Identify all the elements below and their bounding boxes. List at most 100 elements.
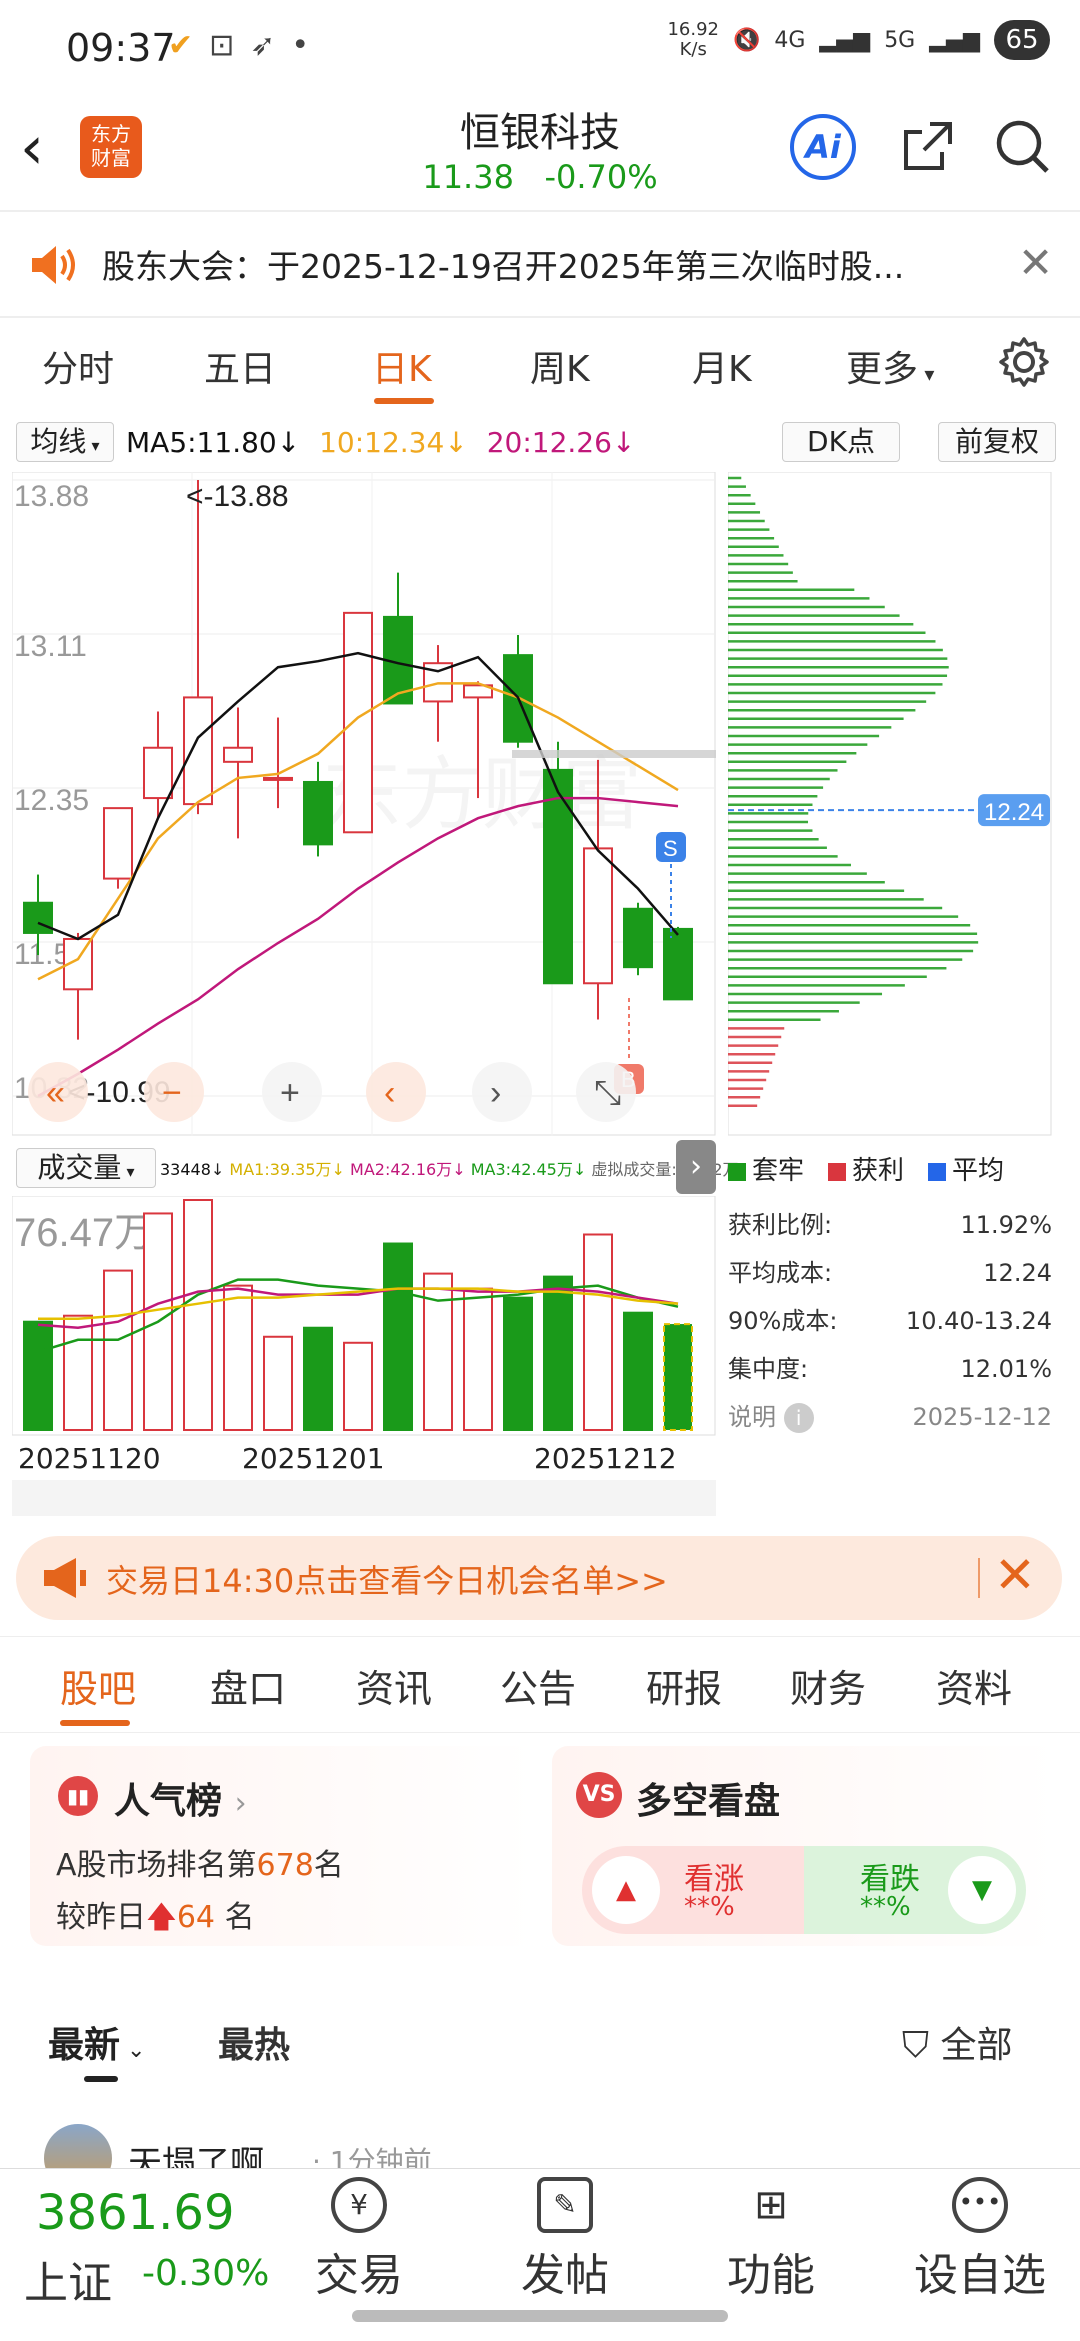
candle-body	[263, 776, 293, 781]
dropdown-arrow-icon: ▾	[918, 362, 935, 386]
stock-price: 11.38	[422, 158, 514, 196]
search-icon[interactable]	[992, 116, 1052, 176]
notice-bar[interactable]: 股东大会：于2025-12-19召开2025年第三次临时股... ✕	[0, 212, 1080, 316]
nav-functions[interactable]: ⊞ 功能	[716, 2177, 826, 2303]
candle-body	[303, 780, 333, 846]
stock-header: ‹ 东方 财富 恒银科技 11.38 -0.70% Ai	[0, 100, 1080, 210]
ma20-value: 20:12.26	[486, 426, 612, 459]
chart-control-icon: ›	[490, 1074, 501, 1112]
high-annotation: <-13.88	[186, 480, 289, 513]
tab-monthly-k[interactable]: 月K	[692, 340, 752, 392]
tab-finance[interactable]: 财务	[790, 1658, 866, 1713]
candle-body	[583, 847, 613, 985]
candle-body	[543, 768, 573, 985]
candlestick-chart[interactable]: 13.8813.1112.3511.5810.82东方财富<-13.88<-10…	[12, 472, 716, 1136]
feed-tabs: 最新 ⌄ 最热 ⛉ 全部	[0, 2004, 1080, 2094]
tab-five-day[interactable]: 五日	[204, 340, 276, 392]
tab-guba[interactable]: 股吧	[60, 1658, 136, 1713]
ma10-value: 10:12.34	[319, 426, 445, 459]
chip-row: 集中度: 12.01%	[728, 1355, 1052, 1383]
tab-hottest[interactable]: 最热	[218, 2016, 290, 2068]
volume-chart: 76.47万	[12, 1196, 716, 1436]
index-change: -0.30%	[142, 2253, 270, 2294]
dk-point-button[interactable]: DK点	[782, 422, 900, 462]
nav-trade[interactable]: ¥ 交易	[304, 2177, 414, 2303]
tab-news[interactable]: 资讯	[356, 1658, 432, 1713]
adjustment-button[interactable]: 前复权	[938, 422, 1056, 462]
opportunity-banner[interactable]: 交易日14:30点击查看今日机会名单>> ✕	[16, 1536, 1062, 1620]
close-banner-button[interactable]: ✕	[994, 1546, 1036, 1604]
gear-icon[interactable]	[998, 336, 1050, 388]
tab-latest[interactable]: 最新 ⌄	[48, 2016, 145, 2068]
date-label: 20251201	[242, 1442, 385, 1475]
tab-handicap[interactable]: 盘口	[210, 1658, 286, 1713]
tab-profile[interactable]: 资料	[936, 1658, 1012, 1713]
candle-body	[103, 807, 133, 880]
volume-bar	[263, 1335, 293, 1431]
candle-body	[223, 746, 253, 763]
tab-research[interactable]: 研报	[646, 1658, 722, 1713]
volume-bar	[63, 1314, 93, 1431]
notice-text[interactable]: 股东大会：于2025-12-19召开2025年第三次临时股...	[102, 240, 904, 288]
volume-bar	[383, 1242, 413, 1432]
rank-line: A股市场排名第678名	[56, 1848, 344, 1883]
chip-info-panel: 套牢 获利 平均 获利比例: 11.92% 平均成本: 12.24 90%成本: 10…	[728, 1150, 1052, 1441]
candle-body	[663, 927, 693, 1001]
candle-body	[623, 907, 653, 969]
info-icon: i	[783, 1403, 814, 1433]
index-name[interactable]: 上证	[24, 2247, 112, 2311]
tab-announcement[interactable]: 公告	[500, 1658, 576, 1713]
tab-more[interactable]: 更多 ▾	[846, 340, 934, 392]
arrow-up-icon: 🡅	[146, 1900, 177, 1935]
rank-chart-icon: ▮▮	[58, 1776, 98, 1816]
chart-control-icon: −	[162, 1074, 182, 1112]
info-tabs: 股吧 盘口 资讯 公告 研报 财务 资料	[0, 1632, 1080, 1732]
close-notice-button[interactable]: ✕	[1018, 238, 1053, 287]
volume-bar	[183, 1199, 213, 1431]
vote-up-button[interactable]: ▲ 看涨 **%	[582, 1846, 804, 1934]
nav-watchlist[interactable]: ••• 设自选	[900, 2177, 1060, 2303]
chip-help-link[interactable]: 说明 i	[728, 1393, 814, 1441]
trade-icon: ¥	[331, 2177, 387, 2233]
filter-button[interactable]: ⛉ 全部	[902, 2016, 1012, 2068]
volume-bar	[463, 1287, 493, 1431]
volume-selector[interactable]: 成交量 ▾	[16, 1148, 156, 1188]
avg-cost-label: 12.24	[984, 799, 1044, 826]
stock-change-pct: -0.70%	[544, 158, 658, 196]
sentiment-title: 多空看盘	[636, 1781, 781, 1822]
nav-post[interactable]: ✎ 发帖	[510, 2177, 620, 2303]
tab-timeshare[interactable]: 分时	[42, 340, 114, 392]
triangle-up-icon: ▲	[592, 1856, 660, 1924]
tab-daily-k[interactable]: 日K	[372, 340, 432, 392]
rank-title: 人气榜 ›	[114, 1781, 247, 1822]
share-icon[interactable]	[900, 118, 956, 174]
tab-weekly-k[interactable]: 周K	[530, 340, 590, 392]
vote-down-button[interactable]: 看跌 **% ▼	[804, 1846, 1026, 1934]
app-notification-icon: ✔	[168, 28, 194, 63]
sell-signal-label: S	[663, 836, 678, 861]
virtual-volume: 虚拟成交量:35.22万	[591, 1160, 739, 1179]
active-tab-underline	[374, 398, 434, 404]
volume-bar	[303, 1326, 333, 1431]
y-tick-label: 13.11	[14, 630, 87, 663]
chart-period-tabs: 分时 五日 日K 周K 月K 更多 ▾	[0, 318, 1080, 410]
status-bar: 09:37 ✔ ⊡ ➶ • 16.92 K/s 🔇 4G ▂▄▆ 5G ▂▄▆ …	[0, 0, 1080, 100]
index-value[interactable]: 3861.69	[36, 2185, 235, 2241]
date-label: 20251120	[18, 1442, 161, 1475]
dot-icon: •	[291, 28, 310, 63]
expand-panel-button[interactable]: ›	[676, 1140, 716, 1194]
rank-number: 678	[256, 1848, 314, 1883]
date-label: 20251212	[534, 1442, 677, 1475]
net-speed: 16.92 K/s	[667, 19, 719, 60]
sentiment-card[interactable]: VS 多空看盘 ▲ 看涨 **% 看跌 **% ▼	[552, 1746, 1057, 1946]
triangle-down-icon: ▼	[948, 1856, 1016, 1924]
popularity-card[interactable]: ▮▮ 人气榜 › A股市场排名第678名 较昨日🡅64 名	[30, 1746, 535, 1946]
mute-icon: 🔇	[732, 27, 761, 53]
ai-button[interactable]: Ai	[790, 114, 856, 180]
volume-bar	[623, 1311, 653, 1431]
y-tick-label: 12.35	[14, 784, 89, 817]
chip-row: 平均成本: 12.24	[728, 1259, 1052, 1287]
ma-selector[interactable]: 均线 ▾	[16, 422, 114, 462]
scan-icon: ⊡	[209, 28, 235, 63]
speaker-icon	[32, 246, 75, 284]
